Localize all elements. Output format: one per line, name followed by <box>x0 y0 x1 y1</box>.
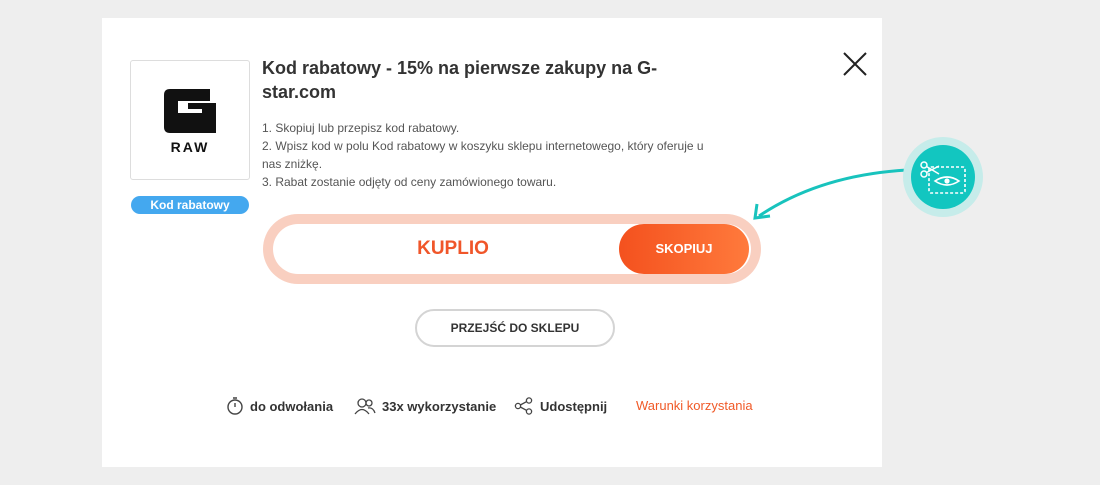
stopwatch-icon <box>227 397 243 415</box>
validity-info: do odwołania <box>226 396 333 416</box>
usage-text: 33x wykorzystanie <box>382 398 497 414</box>
scissors-coupon-icon <box>920 161 966 194</box>
coupon-type-badge: Kod rabatowy <box>131 196 249 214</box>
instructions-list: 1. Skopiuj lub przepisz kod rabatowy. 2.… <box>262 119 722 191</box>
validity-text: do odwołania <box>250 398 334 414</box>
shop-logo: RAW <box>130 60 250 180</box>
g-star-logo-icon <box>164 89 216 133</box>
instruction-step: 2. Wpisz kod w polu Kod rabatowy w koszy… <box>262 139 704 171</box>
coupon-modal: RAW Kod rabatowy Kod rabatowy - 15% na p… <box>102 18 882 467</box>
logo-text: RAW <box>170 139 210 155</box>
copy-button[interactable]: SKOPIUJ <box>619 224 749 274</box>
code-field: KUPLIO SKOPIUJ <box>263 214 761 284</box>
close-icon[interactable] <box>842 51 868 77</box>
share-label: Udostępnij <box>540 398 608 414</box>
share-button[interactable]: Udostępnij <box>514 396 607 416</box>
terms-link[interactable]: Warunki korzystania <box>636 396 753 416</box>
instruction-step: 1. Skopiuj lub przepisz kod rabatowy. <box>262 121 460 135</box>
instruction-step: 3. Rabat zostanie odjęty od ceny zamówio… <box>262 175 557 189</box>
go-to-shop-button[interactable]: PRZEJŚĆ DO SKLEPU <box>415 309 615 347</box>
curved-arrow-icon <box>753 168 908 220</box>
copy-hint <box>903 137 983 217</box>
share-icon <box>514 397 533 415</box>
users-icon <box>354 398 376 415</box>
usage-info: 33x wykorzystanie <box>354 396 496 416</box>
coupon-code[interactable]: KUPLIO <box>273 224 633 274</box>
coupon-title: Kod rabatowy - 15% na pierwsze zakupy na… <box>262 58 658 102</box>
